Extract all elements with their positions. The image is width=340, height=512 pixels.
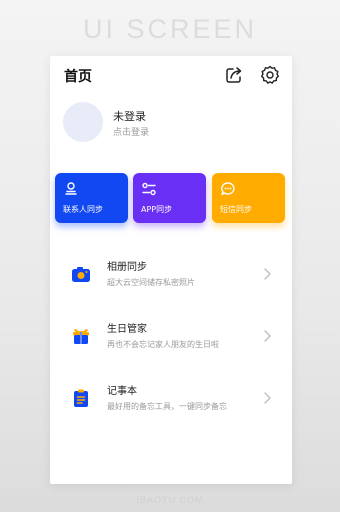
banner-text: UI SCREEN (82, 14, 258, 44)
list-item-photo-sync[interactable]: 相册同步 超大云空间储存私密照片 (50, 255, 292, 299)
share-icon[interactable] (224, 65, 244, 85)
camera-icon (72, 267, 90, 282)
app-sync-card[interactable]: APP同步 (133, 173, 206, 223)
list-item-birthday[interactable]: 生日管家 再也不会忘记家人朋友的生日啦 (50, 317, 292, 361)
contact-sync-card[interactable]: 联系人同步 (55, 173, 128, 223)
chevron-right-icon (264, 330, 271, 342)
avatar[interactable] (63, 102, 103, 142)
app-sync-label: APP同步 (141, 205, 173, 214)
list-item-subtitle: 再也不会忘记家人朋友的生日啦 (107, 340, 219, 349)
message-icon (221, 182, 235, 196)
page-title: 首页 (64, 69, 92, 85)
phone-screen: 首页 未登录 点击登录 联系人同步 APP同步 短信同步 相册同步 超大云空间储… (50, 56, 292, 484)
gear-icon[interactable] (260, 65, 280, 85)
toggle-settings-icon (142, 182, 156, 196)
sms-sync-card[interactable]: 短信同步 (212, 173, 285, 223)
list-item-notebook[interactable]: 记事本 最好用的备忘工具，一键同步备忘 (50, 379, 292, 423)
login-status[interactable]: 未登录 (113, 108, 146, 124)
clipboard-icon (74, 389, 88, 407)
sms-sync-label: 短信同步 (220, 205, 252, 214)
contact-sync-label: 联系人同步 (63, 205, 103, 214)
list-item-title: 生日管家 (107, 324, 147, 335)
list-item-title: 相册同步 (107, 262, 147, 273)
contact-icon (65, 182, 77, 195)
list-item-subtitle: 最好用的备忘工具，一键同步备忘 (107, 402, 227, 411)
chevron-right-icon (264, 392, 271, 404)
list-item-subtitle: 超大云空间储存私密照片 (107, 278, 195, 287)
watermark-text: IBAOTU.COM (136, 495, 204, 505)
gift-icon (73, 328, 89, 344)
login-hint[interactable]: 点击登录 (113, 125, 149, 138)
chevron-right-icon (264, 268, 271, 280)
list-item-title: 记事本 (107, 386, 137, 397)
